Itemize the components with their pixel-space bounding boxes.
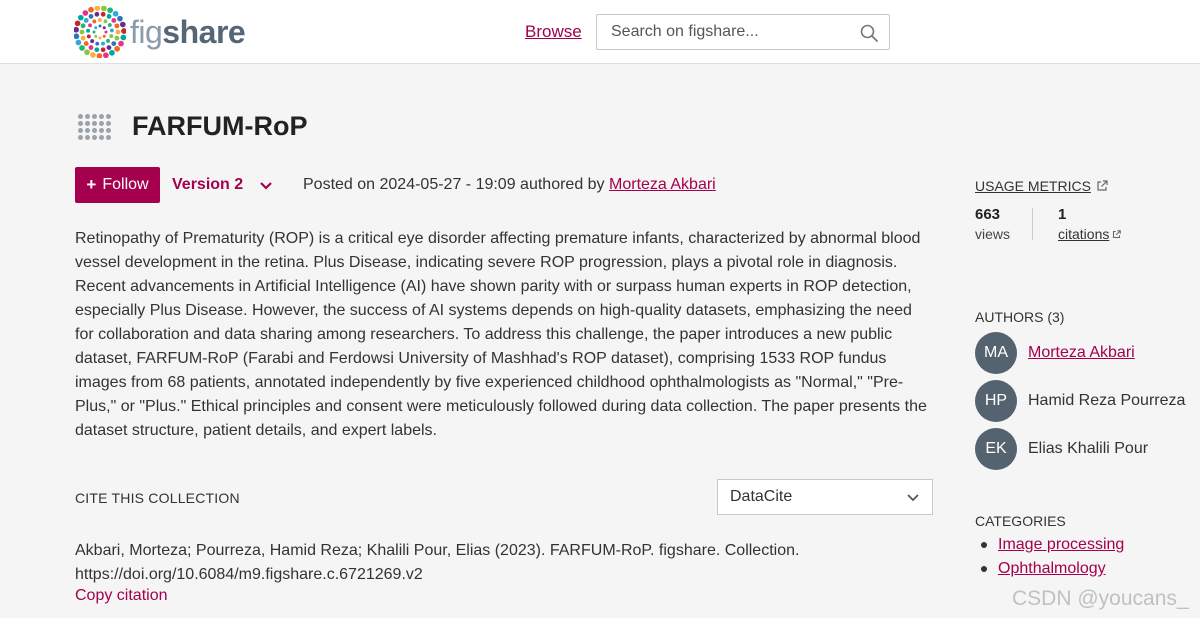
category-item: Ophthalmology (981, 557, 1124, 581)
category-link[interactable]: Ophthalmology (998, 557, 1106, 581)
author-name-link[interactable]: Morteza Akbari (1028, 344, 1135, 362)
avatar: HP (975, 380, 1017, 422)
watermark-text: CSDN @youcans_ (1012, 587, 1189, 610)
figshare-logo-icon (74, 6, 126, 58)
avatar: EK (975, 428, 1017, 470)
views-label: views (975, 226, 1011, 242)
author-item: HP Hamid Reza Pourreza (975, 380, 1185, 422)
views-count: 663 (975, 206, 1001, 223)
page-title: FARFUM-RoP (132, 111, 308, 141)
top-bar: figshare Browse (0, 0, 1200, 64)
author-item[interactable]: MA Morteza Akbari (975, 332, 1135, 374)
usage-metrics-label: USAGE METRICS (975, 178, 1091, 194)
citation-text: Akbari, Morteza; Pourreza, Hamid Reza; K… (75, 539, 935, 587)
follow-button[interactable]: + Follow (75, 167, 160, 203)
authors-heading: AUTHORS (3) (975, 309, 1065, 325)
posted-info: Posted on 2024-05-27 - 19:09 authored by… (303, 176, 716, 194)
figshare-logo[interactable]: figshare (74, 6, 246, 58)
category-link[interactable]: Image processing (998, 533, 1124, 557)
author-name: Hamid Reza Pourreza (1028, 392, 1186, 409)
logo-wordmark: figshare (130, 13, 246, 50)
cite-heading: CITE THIS COLLECTION (75, 490, 240, 506)
search-icon[interactable] (859, 23, 879, 43)
citation-style-value: DataCite (730, 488, 793, 505)
citations-label: citations (1058, 226, 1110, 242)
author-name: Elias Khalili Pour (1028, 440, 1149, 457)
chevron-down-icon[interactable] (259, 181, 273, 191)
author-item: EK Elias Khalili Pour (975, 428, 1148, 470)
citation-doi: https://doi.org/10.6084/m9.figshare.c.67… (75, 566, 423, 583)
description: Retinopathy of Prematurity (ROP) is a cr… (75, 230, 927, 439)
external-link-icon (1097, 180, 1108, 191)
plus-icon: + (86, 175, 97, 194)
posted-prefix: Posted on 2024-05-27 - 19:09 authored by (303, 176, 605, 193)
collection-icon (78, 114, 111, 140)
copy-citation-link[interactable]: Copy citation (75, 587, 168, 605)
version-selector[interactable]: Version 2 (172, 176, 243, 194)
citation-line: Akbari, Morteza; Pourreza, Hamid Reza; K… (75, 542, 800, 559)
category-item: Image processing (981, 533, 1124, 557)
external-link-icon (1113, 229, 1122, 238)
citations-count: 1 (1058, 206, 1067, 223)
metrics-divider (1032, 208, 1033, 240)
citations-link[interactable]: citations (1058, 226, 1122, 242)
search-box[interactable] (596, 14, 890, 50)
follow-label: Follow (102, 176, 149, 193)
categories-list: Image processing Ophthalmology (981, 533, 1124, 581)
avatar: MA (975, 332, 1017, 374)
citation-style-select[interactable]: DataCite (717, 479, 933, 515)
posted-author-link[interactable]: Morteza Akbari (609, 176, 716, 193)
usage-metrics-link[interactable]: USAGE METRICS (975, 178, 1108, 194)
chevron-down-icon (907, 494, 919, 502)
categories-heading: CATEGORIES (975, 513, 1066, 529)
browse-link[interactable]: Browse (525, 22, 582, 42)
search-input[interactable] (611, 23, 851, 41)
